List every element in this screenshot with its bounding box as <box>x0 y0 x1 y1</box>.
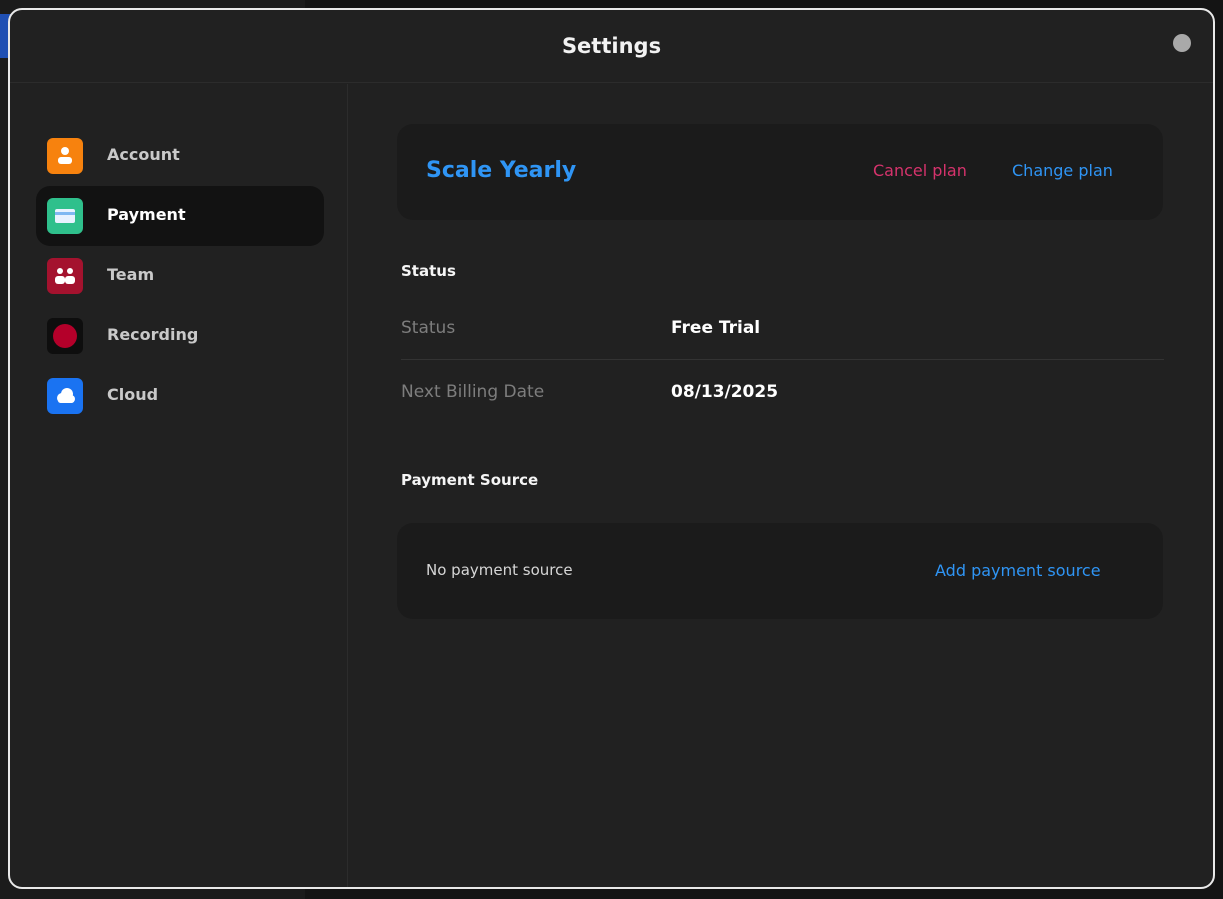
sidebar-item-label: Recording <box>107 325 199 344</box>
sidebar-item-team[interactable]: Team <box>36 246 324 306</box>
no-payment-source-text: No payment source <box>426 561 573 579</box>
settings-sidebar: Account Payment Team Recording Cloud <box>10 84 348 887</box>
team-icon <box>47 258 83 294</box>
payment-source-card: No payment source Add payment source <box>397 523 1163 619</box>
sidebar-item-payment[interactable]: Payment <box>36 186 324 246</box>
sidebar-item-label: Team <box>107 265 155 284</box>
credit-card-icon <box>47 198 83 234</box>
billing-date-value: 08/13/2025 <box>671 382 779 402</box>
user-icon <box>47 138 83 174</box>
billing-date-label: Next Billing Date <box>401 382 545 402</box>
sidebar-item-label: Account <box>107 145 180 164</box>
change-plan-link[interactable]: Change plan <box>1012 161 1113 180</box>
sidebar-item-account[interactable]: Account <box>36 126 324 186</box>
status-section-title: Status <box>401 262 456 280</box>
cancel-plan-link[interactable]: Cancel plan <box>873 161 967 180</box>
status-row-label: Status <box>401 318 456 338</box>
sidebar-item-label: Payment <box>107 205 186 224</box>
sidebar-item-label: Cloud <box>107 385 159 404</box>
add-payment-source-link[interactable]: Add payment source <box>935 561 1101 580</box>
payment-source-title: Payment Source <box>401 471 539 489</box>
record-icon <box>47 318 83 354</box>
payment-content: Scale Yearly Cancel plan Change plan Sta… <box>349 84 1213 887</box>
sidebar-item-cloud[interactable]: Cloud <box>36 366 324 426</box>
plan-name: Scale Yearly <box>426 158 577 183</box>
status-row-value: Free Trial <box>671 318 761 338</box>
plan-card: Scale Yearly Cancel plan Change plan <box>397 124 1163 220</box>
settings-modal: Settings Account Payment Team Recording … <box>8 8 1215 889</box>
row-divider <box>401 359 1164 360</box>
cloud-icon <box>47 378 83 414</box>
title-bar: Settings <box>10 10 1213 83</box>
modal-title: Settings <box>561 34 662 58</box>
sidebar-item-recording[interactable]: Recording <box>36 306 324 366</box>
close-dot-icon[interactable] <box>1173 34 1191 52</box>
